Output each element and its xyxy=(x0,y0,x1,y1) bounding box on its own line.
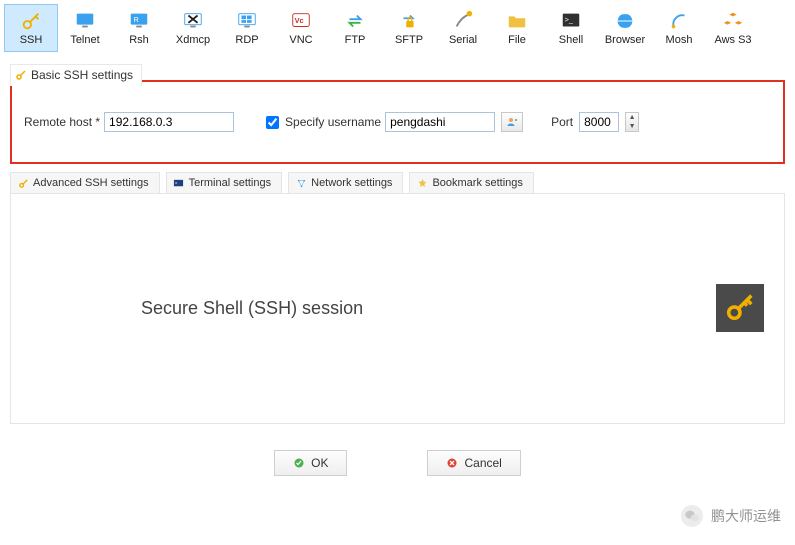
watermark: 鹏大师运维 xyxy=(681,505,781,527)
key-icon xyxy=(15,69,27,81)
session-type-rdp[interactable]: RDP xyxy=(220,4,274,52)
session-type-xdmcp[interactable]: Xdmcp xyxy=(166,4,220,52)
vnc-icon: Vc xyxy=(290,10,312,32)
session-type-label: Serial xyxy=(449,34,477,46)
session-type-telnet[interactable]: Telnet xyxy=(58,4,112,52)
specify-username-label: Specify username xyxy=(285,115,381,129)
session-type-ftp[interactable]: FTP xyxy=(328,4,382,52)
basic-ssh-panel: Basic SSH settings Remote host * Specify… xyxy=(10,80,785,164)
folder-icon xyxy=(506,10,528,32)
svg-text:>_: >_ xyxy=(565,15,574,24)
port-input[interactable] xyxy=(579,112,619,132)
main-content: Secure Shell (SSH) session xyxy=(10,194,785,424)
serial-plug-icon xyxy=(452,10,474,32)
terminal-icon: > xyxy=(173,177,185,189)
session-type-label: RDP xyxy=(235,34,258,46)
username-input[interactable] xyxy=(385,112,495,132)
terminal-icon: >_ xyxy=(560,10,582,32)
session-type-label: Mosh xyxy=(666,34,693,46)
remote-host-input[interactable] xyxy=(104,112,234,132)
session-type-label: Telnet xyxy=(70,34,99,46)
tab-label: Terminal settings xyxy=(189,177,272,189)
key-icon xyxy=(20,10,42,32)
session-type-shell[interactable]: >_ Shell xyxy=(544,4,598,52)
spinner-down-icon[interactable]: ▼ xyxy=(626,122,638,131)
monitor-icon xyxy=(74,10,96,32)
button-row: OK Cancel xyxy=(0,450,795,476)
tab-bookmark[interactable]: Bookmark settings xyxy=(409,172,533,193)
ok-button[interactable]: OK xyxy=(274,450,347,476)
specify-username-checkbox[interactable] xyxy=(266,116,279,129)
session-type-label: SSH xyxy=(20,34,43,46)
port-label: Port xyxy=(551,115,573,129)
svg-text:Vc: Vc xyxy=(295,16,304,25)
ftp-arrows-icon xyxy=(344,10,366,32)
key-icon xyxy=(17,177,29,189)
satellite-icon xyxy=(668,10,690,32)
tab-terminal[interactable]: > Terminal settings xyxy=(166,172,283,193)
session-type-label: Browser xyxy=(605,34,645,46)
tab-network[interactable]: Network settings xyxy=(288,172,403,193)
session-type-serial[interactable]: Serial xyxy=(436,4,490,52)
monitor-x-icon xyxy=(182,10,204,32)
session-type-file[interactable]: File xyxy=(490,4,544,52)
svg-text:R: R xyxy=(134,15,139,24)
wechat-icon xyxy=(681,505,703,527)
session-type-bar: SSH Telnet R Rsh Xdmcp RDP Vc VNC FTP xyxy=(0,0,795,52)
session-title: Secure Shell (SSH) session xyxy=(141,298,363,319)
session-type-label: Rsh xyxy=(129,34,149,46)
basic-row: Remote host * Specify username Port ▲ ▼ xyxy=(24,112,771,132)
session-type-browser[interactable]: Browser xyxy=(598,4,652,52)
globe-icon xyxy=(614,10,636,32)
user-icon xyxy=(506,116,518,128)
session-type-mosh[interactable]: Mosh xyxy=(652,4,706,52)
session-type-label: Xdmcp xyxy=(176,34,210,46)
session-type-label: SFTP xyxy=(395,34,423,46)
tab-label: Advanced SSH settings xyxy=(33,177,149,189)
user-picker-button[interactable] xyxy=(501,112,523,132)
basic-ssh-tab-label: Basic SSH settings xyxy=(31,68,133,82)
tab-label: Bookmark settings xyxy=(432,177,522,189)
session-type-awss3[interactable]: Aws S3 xyxy=(706,4,760,52)
close-circle-icon xyxy=(446,457,458,469)
monitor-prompt-icon: R xyxy=(128,10,150,32)
tab-advanced-ssh[interactable]: Advanced SSH settings xyxy=(10,172,160,193)
basic-ssh-tab[interactable]: Basic SSH settings xyxy=(10,64,142,86)
session-type-rsh[interactable]: R Rsh xyxy=(112,4,166,52)
ok-label: OK xyxy=(311,456,328,470)
settings-tabs: Advanced SSH settings > Terminal setting… xyxy=(10,172,785,194)
remote-host-label: Remote host * xyxy=(24,115,100,129)
cancel-label: Cancel xyxy=(464,456,501,470)
port-spinner[interactable]: ▲ ▼ xyxy=(625,112,639,132)
key-icon xyxy=(723,290,757,327)
cancel-button[interactable]: Cancel xyxy=(427,450,520,476)
session-type-label: Shell xyxy=(559,34,583,46)
session-type-sftp[interactable]: SFTP xyxy=(382,4,436,52)
cubes-icon xyxy=(722,10,744,32)
watermark-text: 鹏大师运维 xyxy=(711,506,781,526)
session-type-label: File xyxy=(508,34,526,46)
session-icon-button[interactable] xyxy=(716,284,764,332)
session-type-label: FTP xyxy=(345,34,366,46)
check-circle-icon xyxy=(293,457,305,469)
session-type-label: VNC xyxy=(289,34,312,46)
session-type-label: Aws S3 xyxy=(714,34,751,46)
network-icon xyxy=(295,177,307,189)
session-type-ssh[interactable]: SSH xyxy=(4,4,58,52)
sftp-lock-icon xyxy=(398,10,420,32)
monitor-windows-icon xyxy=(236,10,258,32)
star-icon xyxy=(416,177,428,189)
spinner-up-icon[interactable]: ▲ xyxy=(626,113,638,122)
session-type-vnc[interactable]: Vc VNC xyxy=(274,4,328,52)
tab-label: Network settings xyxy=(311,177,392,189)
